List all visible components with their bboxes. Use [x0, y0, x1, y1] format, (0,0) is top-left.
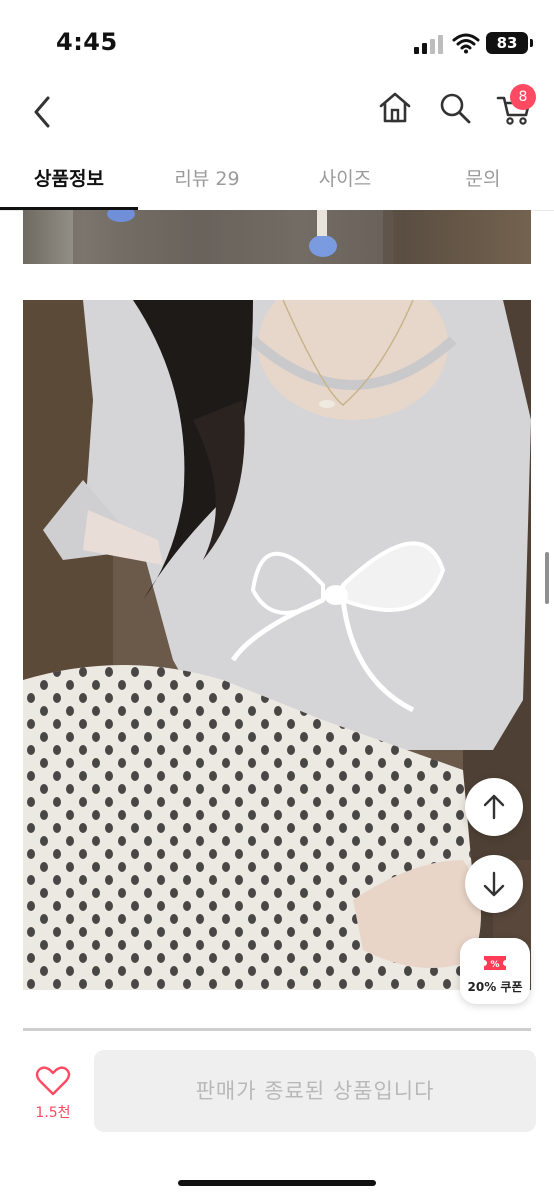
- tab-reviews[interactable]: 리뷰 29: [138, 164, 276, 191]
- coupon-icon: %: [484, 956, 506, 970]
- tab-product-info[interactable]: 상품정보: [0, 164, 138, 191]
- scroll-down-button[interactable]: [465, 855, 523, 913]
- product-image-main: [23, 300, 531, 990]
- status-bar: 4:45 83: [0, 0, 554, 80]
- home-indicator: [178, 1180, 376, 1186]
- battery-nub: [530, 39, 533, 47]
- tab-inquiry[interactable]: 문의: [414, 164, 552, 191]
- back-icon[interactable]: [22, 88, 62, 132]
- top-nav: [0, 80, 554, 140]
- coupon-label: 20% 쿠폰: [467, 980, 523, 994]
- home-icon[interactable]: [376, 88, 414, 128]
- product-tabs: 상품정보 리뷰 29 사이즈 문의: [0, 150, 554, 211]
- arrow-down-icon: [483, 871, 505, 897]
- product-image-top: [23, 210, 531, 264]
- wifi-icon: [452, 33, 480, 54]
- arrow-up-icon: [483, 794, 505, 820]
- scrollbar-thumb[interactable]: [545, 552, 549, 604]
- tab-size[interactable]: 사이즈: [276, 164, 414, 191]
- like-button[interactable]: 1.5천: [30, 1064, 76, 1124]
- bottom-action-bar: 1.5천 판매가 종료된 상품입니다: [0, 1034, 554, 1200]
- signal-icon: [414, 35, 443, 54]
- status-time: 4:45: [56, 28, 118, 56]
- scroll-up-button[interactable]: [465, 778, 523, 836]
- image-divider: [23, 1028, 531, 1031]
- search-icon[interactable]: [436, 88, 474, 128]
- svg-text:%: %: [490, 960, 499, 970]
- like-count: 1.5천: [35, 1105, 71, 1121]
- sold-out-button[interactable]: 판매가 종료된 상품입니다: [94, 1050, 536, 1132]
- coupon-button[interactable]: % 20% 쿠폰: [460, 938, 530, 1004]
- battery-indicator: 83: [486, 32, 528, 54]
- cart-count-badge: 8: [510, 84, 536, 110]
- heart-icon: [35, 1066, 71, 1096]
